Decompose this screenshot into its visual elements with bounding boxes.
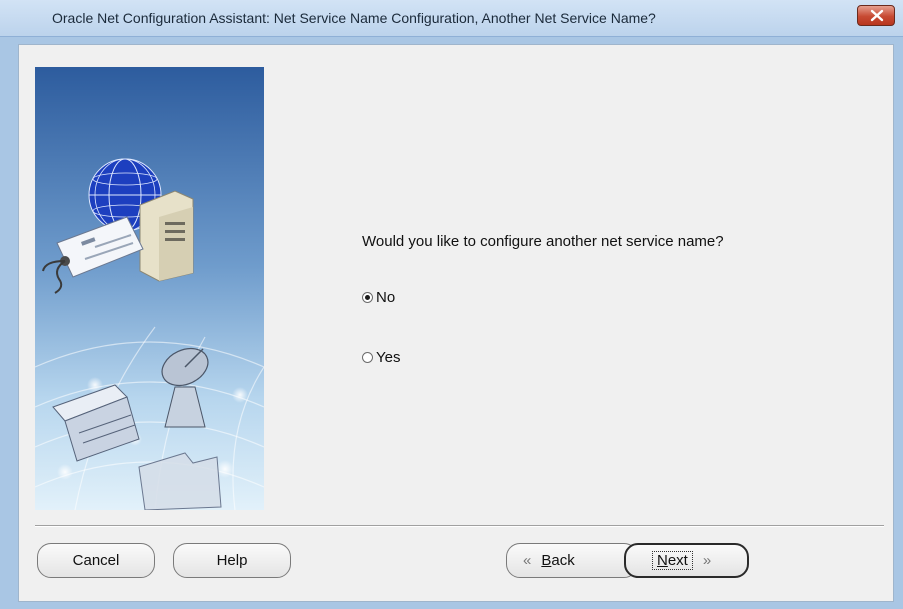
window-title: Oracle Net Configuration Assistant: Net … xyxy=(52,10,656,26)
title-bar[interactable]: Oracle Net Configuration Assistant: Net … xyxy=(0,0,903,37)
dialog-content: Would you like to configure another net … xyxy=(18,44,894,602)
next-chevron-icon: » xyxy=(702,552,712,569)
radio-no-label[interactable]: No xyxy=(376,289,395,306)
close-button[interactable] xyxy=(857,5,895,26)
dialog-window: Oracle Net Configuration Assistant: Net … xyxy=(0,0,903,609)
back-button[interactable]: « Back xyxy=(506,543,638,578)
separator xyxy=(35,525,884,527)
wizard-banner-image xyxy=(35,67,264,510)
radio-yes-label[interactable]: Yes xyxy=(376,349,400,366)
back-button-label: Back xyxy=(541,552,575,569)
question-label: Would you like to configure another net … xyxy=(362,233,724,250)
radio-button-no[interactable] xyxy=(362,292,373,303)
help-button-label: Help xyxy=(216,552,248,569)
cancel-button-label: Cancel xyxy=(72,552,120,569)
close-icon xyxy=(870,9,884,22)
radio-button-yes[interactable] xyxy=(362,352,373,363)
next-button[interactable]: Next » xyxy=(624,543,749,578)
help-button[interactable]: Help xyxy=(173,543,291,578)
back-chevron-icon: « xyxy=(523,552,532,569)
next-button-label: Next xyxy=(652,551,693,570)
radio-no[interactable]: No xyxy=(362,289,395,306)
server-icon xyxy=(139,190,194,282)
radio-yes[interactable]: Yes xyxy=(362,349,400,366)
cancel-button[interactable]: Cancel xyxy=(37,543,155,578)
